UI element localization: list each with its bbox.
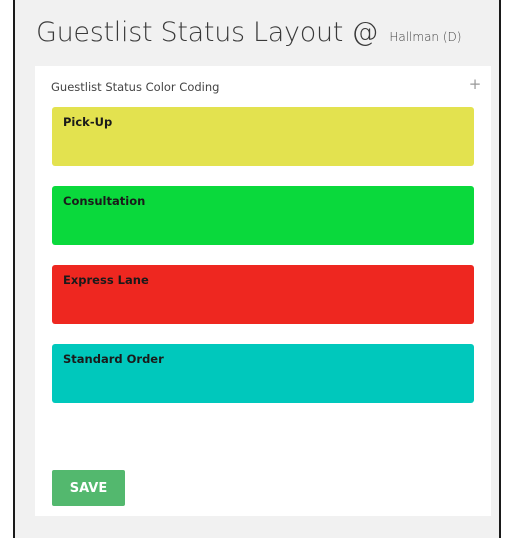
add-status-button[interactable]: + xyxy=(467,76,483,92)
status-label: Express Lane xyxy=(63,273,149,287)
panel-header: Guestlist Status Color Coding xyxy=(51,80,220,94)
location-name: Hallman (D) xyxy=(389,30,462,44)
status-label: Standard Order xyxy=(63,352,164,366)
save-button[interactable]: SAVE xyxy=(52,470,125,506)
status-card-pick-up[interactable]: Pick-Up xyxy=(52,107,474,166)
status-card-express-lane[interactable]: Express Lane xyxy=(52,265,474,324)
status-card-standard-order[interactable]: Standard Order xyxy=(52,344,474,403)
page-title-text: Guestlist Status Layout @ xyxy=(36,17,379,48)
status-card-consultation[interactable]: Consultation xyxy=(52,186,474,245)
status-label: Consultation xyxy=(63,194,146,208)
status-label: Pick-Up xyxy=(63,115,113,129)
color-coding-panel: Guestlist Status Color Coding + Pick-Up … xyxy=(35,66,491,516)
page-title: Guestlist Status Layout @ Hallman (D) xyxy=(36,17,461,48)
app-window: Guestlist Status Layout @ Hallman (D) Gu… xyxy=(13,0,501,538)
